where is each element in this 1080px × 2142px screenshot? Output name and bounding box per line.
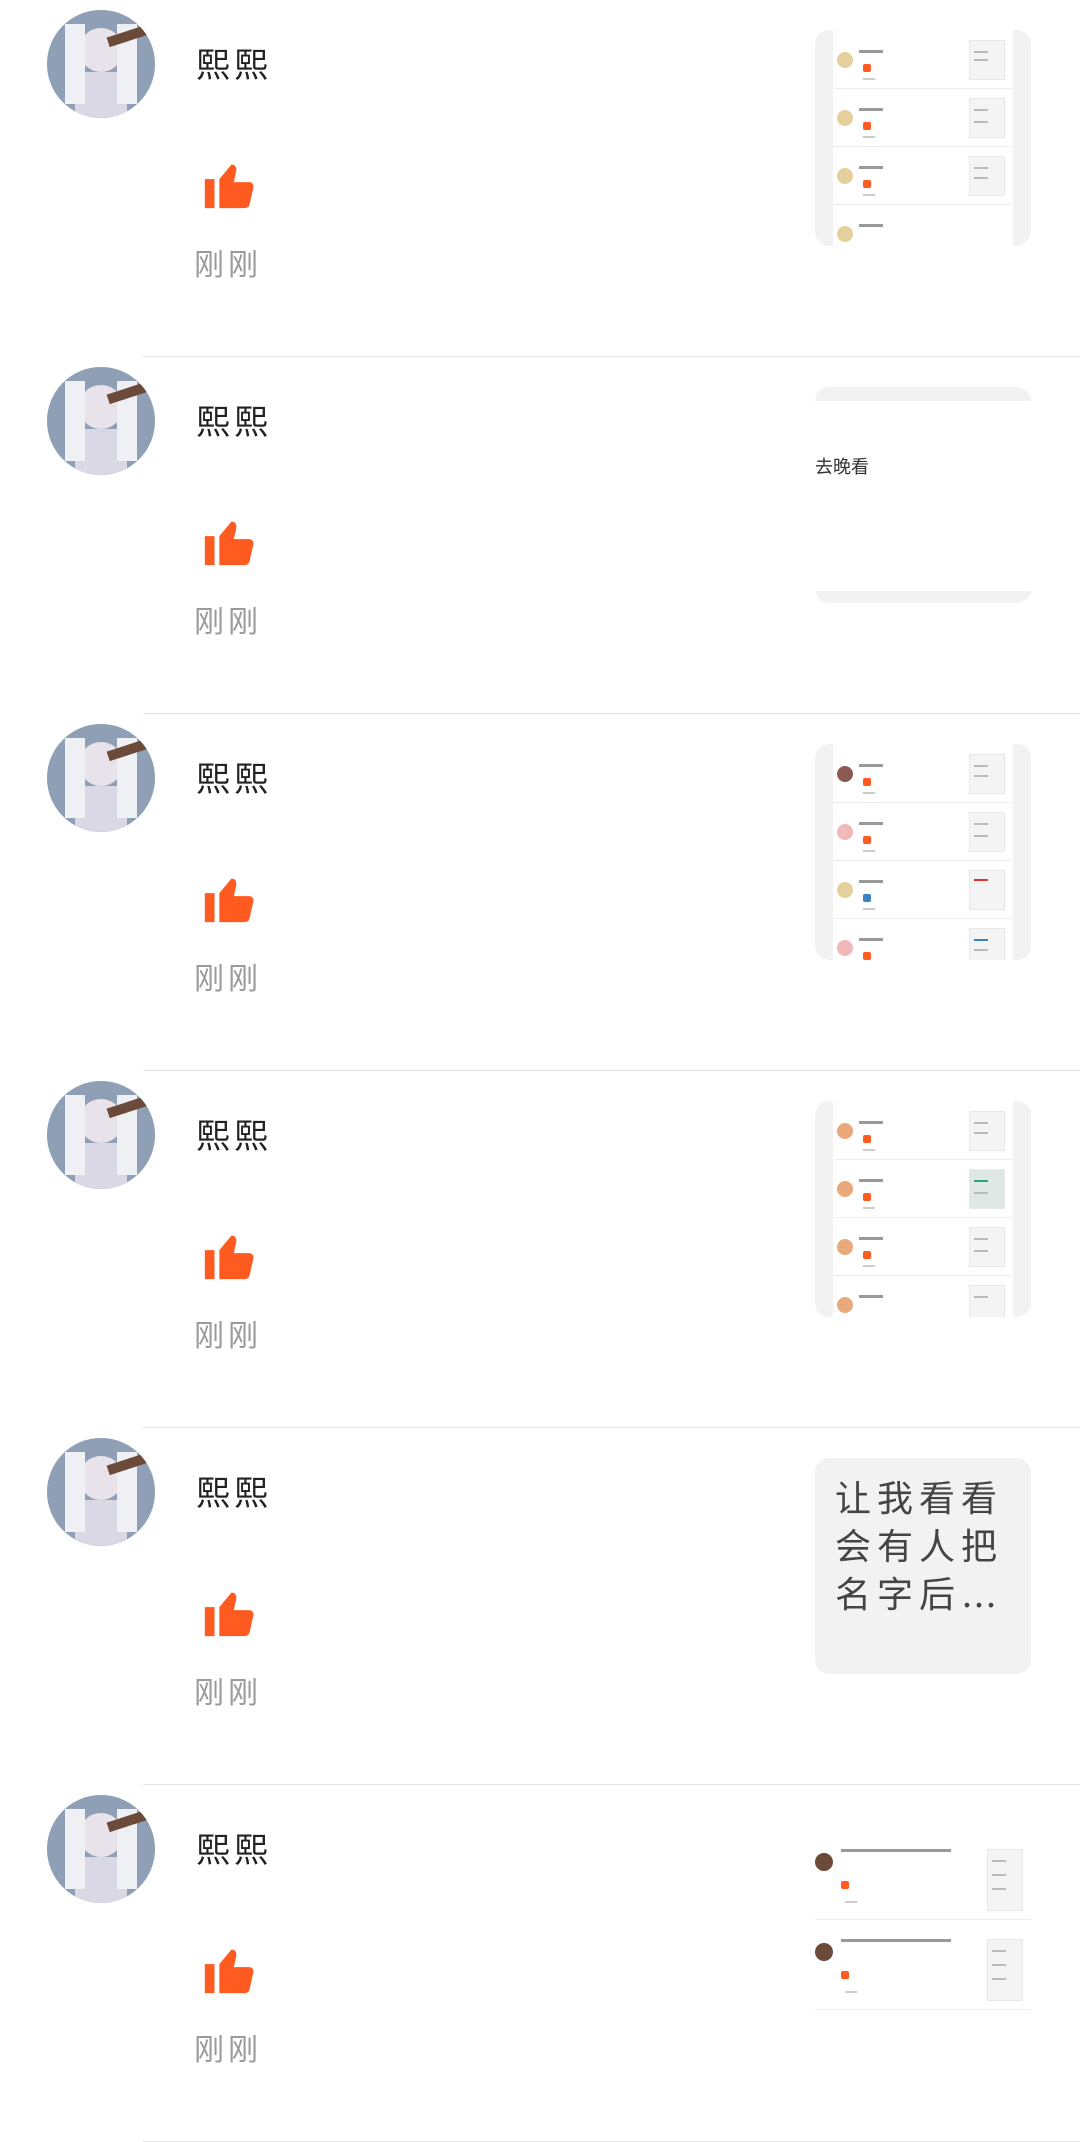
post-thumbnail[interactable] bbox=[815, 744, 1031, 960]
post-thumbnail[interactable] bbox=[815, 30, 1031, 246]
thumbnail-text: 让我看看会有人把名字后… bbox=[835, 1479, 1004, 1616]
avatar[interactable] bbox=[47, 1795, 155, 1903]
thumbs-up-icon bbox=[204, 164, 254, 209]
post-thumbnail[interactable] bbox=[815, 1815, 1031, 2031]
notification-row[interactable]: 熙熙 刚刚 bbox=[0, 1071, 1080, 1428]
thumbnail-screenshot bbox=[833, 30, 1013, 246]
user-name[interactable]: 熙熙 bbox=[196, 38, 272, 87]
thumbs-up-icon bbox=[204, 1235, 254, 1280]
thumbnail-screenshot bbox=[833, 1101, 1013, 1317]
notification-row[interactable]: 熙熙 刚刚 bbox=[0, 714, 1080, 1071]
thumbs-up-icon bbox=[204, 521, 254, 566]
timestamp: 刚刚 bbox=[194, 962, 262, 997]
timestamp: 刚刚 bbox=[194, 1319, 262, 1354]
thumbnail-text-preview: 去晚看 bbox=[815, 401, 1031, 591]
post-thumbnail[interactable]: 让我看看会有人把名字后… bbox=[815, 1458, 1031, 1674]
user-name[interactable]: 熙熙 bbox=[196, 395, 272, 444]
avatar[interactable] bbox=[47, 367, 155, 475]
thumbs-up-icon bbox=[204, 878, 254, 923]
avatar[interactable] bbox=[47, 1081, 155, 1189]
user-name[interactable]: 熙熙 bbox=[196, 1466, 272, 1515]
avatar[interactable] bbox=[47, 724, 155, 832]
post-thumbnail[interactable] bbox=[815, 1101, 1031, 1317]
timestamp: 刚刚 bbox=[194, 1676, 262, 1711]
avatar[interactable] bbox=[47, 1438, 155, 1546]
user-name[interactable]: 熙熙 bbox=[196, 752, 272, 801]
thumbs-up-icon bbox=[204, 1592, 254, 1637]
notification-row[interactable]: 熙熙 刚刚 bbox=[0, 0, 1080, 357]
notification-row[interactable]: 熙熙 刚刚 bbox=[0, 1785, 1080, 2142]
thumbs-up-icon bbox=[204, 1949, 254, 1994]
thumbnail-screenshot bbox=[815, 1815, 1031, 2031]
user-name[interactable]: 熙熙 bbox=[196, 1109, 272, 1158]
thumbnail-text: 去晚看 bbox=[815, 457, 869, 478]
timestamp: 刚刚 bbox=[194, 605, 262, 640]
post-thumbnail[interactable]: 去晚看 bbox=[815, 387, 1031, 603]
timestamp: 刚刚 bbox=[194, 2033, 262, 2068]
notification-row[interactable]: 熙熙 刚刚 去晚看 bbox=[0, 357, 1080, 714]
user-name[interactable]: 熙熙 bbox=[196, 1823, 272, 1872]
notification-row[interactable]: 熙熙 刚刚 让我看看会有人把名字后… bbox=[0, 1428, 1080, 1785]
thumbnail-screenshot bbox=[833, 744, 1013, 960]
avatar[interactable] bbox=[47, 10, 155, 118]
timestamp: 刚刚 bbox=[194, 248, 262, 283]
